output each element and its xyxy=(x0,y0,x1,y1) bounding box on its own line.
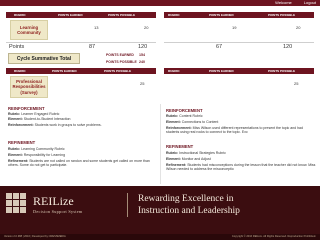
right-refinement-element: Element: Monitor and Adjust xyxy=(166,157,316,161)
right-professional-possible: 25 xyxy=(294,81,299,86)
value: Student-to-Student Interaction xyxy=(23,117,71,121)
label: Reinforcement: xyxy=(166,126,192,130)
left-table-header-2: RUBRIC POINTS EARNED POINTS POSSIBLE xyxy=(6,68,156,74)
cycle-summative-label: Cycle Summative Total xyxy=(16,55,72,62)
rubric-card-professional-responsibilities[interactable]: Professional Responsibilities (Survey) xyxy=(10,76,48,98)
right-refinement-rubric: Rubric: Instructional Strategies Rubric xyxy=(166,151,316,155)
left-reinforcement-rubric: Rubric: Learner Engaged Rubric xyxy=(8,112,158,116)
value: Students are not called on randon and so… xyxy=(8,159,150,168)
welcome-link[interactable]: Welcome xyxy=(275,0,292,6)
footer-separator xyxy=(127,193,128,217)
left-reinforcement-heading: REINFORCEMENT xyxy=(8,106,45,111)
divider xyxy=(6,42,156,43)
label: Rubric: xyxy=(8,147,21,151)
label: Reinforcement: xyxy=(8,123,34,127)
col-possible-2: POINTS POSSIBLE xyxy=(104,69,132,73)
right-table-header: RUBRIC POINTS EARNED POINTS POSSIBLE xyxy=(164,12,314,18)
col-rubric-2: RUBRIC xyxy=(14,69,26,73)
value: Responsibility for Learning xyxy=(23,153,66,157)
right-reinforcement-element: Element: Connections to Content xyxy=(166,120,316,124)
left-possible-value: 20 xyxy=(144,25,149,30)
rubric-name: Professional Responsibilities (Survey) xyxy=(12,78,46,95)
left-reinforcement-text: Reinforcement: Students work in groups t… xyxy=(8,123,158,127)
left-refinement-rubric: Rubric: Learning Community Rubric xyxy=(8,147,158,151)
footer-title-line1: Rewarding Excellence in xyxy=(138,194,234,204)
left-reinforcement-element: Element: Student-to-Student Interaction xyxy=(8,117,158,121)
col-possible-right-2: POINTS POSSIBLE xyxy=(268,69,296,73)
cycle-possible-label: POINTS POSSIBLE xyxy=(106,60,137,64)
left-table-header: RUBRIC POINTS EARNED POINTS POSSIBLE xyxy=(6,12,156,18)
footer-title-line2: Instruction and Leadership xyxy=(138,206,240,216)
value: Students work in groups to solve problem… xyxy=(34,123,102,127)
left-professional-possible: 25 xyxy=(140,81,145,86)
value: Connections to Content xyxy=(181,120,219,124)
col-rubric: RUBRIC xyxy=(14,13,26,17)
label: Rubric: xyxy=(166,114,179,118)
left-refinement-heading: REFINEMENT xyxy=(8,140,36,145)
label: Refinement: xyxy=(166,163,187,167)
left-refinement-element: Element: Responsibility for Learning xyxy=(8,153,158,157)
right-refinement-heading: REFINEMENT xyxy=(166,144,194,149)
points-label: Points xyxy=(9,44,25,50)
col-earned-2: POINTS EARNED xyxy=(52,69,77,73)
rubric-name: Learning Community xyxy=(17,24,41,35)
label: Element: xyxy=(8,117,23,121)
right-refinement-text: Refinement: Students had misconceptions … xyxy=(166,163,316,172)
col-earned-right: POINTS EARNED xyxy=(209,13,234,17)
brand-tagline: Decision Support System xyxy=(33,209,83,214)
cycle-possible-value: 240 xyxy=(139,60,145,64)
rubric-card-learning-community[interactable]: Learning Community xyxy=(10,20,48,40)
col-earned-right-2: POINTS EARNED xyxy=(209,69,234,73)
col-earned: POINTS EARNED xyxy=(58,13,83,17)
cycle-earned-value: 154 xyxy=(139,53,145,57)
right-earned-value: 19 xyxy=(232,25,237,30)
value: Content Rubric xyxy=(179,114,203,118)
left-points-earned: 87 xyxy=(89,44,96,50)
left-earned-value: 13 xyxy=(94,25,99,30)
right-points-possible: 120 xyxy=(283,44,293,50)
label: Element: xyxy=(166,120,181,124)
left-points-possible: 120 xyxy=(138,44,148,50)
footer-bottom-bar: Version 2.0.388 | 2016 | Developed by CR… xyxy=(0,234,320,240)
divider xyxy=(164,42,314,43)
value: Learning Community Rubric xyxy=(21,147,65,151)
right-reinforcement-text: Reinforcement: Miss Wilson used differen… xyxy=(166,126,316,135)
brand-logo-icon xyxy=(6,193,28,215)
cycle-summative-total: Cycle Summative Total xyxy=(8,53,80,64)
right-possible-value: 20 xyxy=(296,25,301,30)
right-points-earned: 67 xyxy=(216,44,223,50)
footer-copyright: Copyright © 2016 REILize. All Rights Res… xyxy=(231,235,316,238)
col-rubric-right-2: RUBRIC xyxy=(168,69,180,73)
value: Learner Engaged Rubric xyxy=(21,112,60,116)
brand-name: REILize xyxy=(33,194,74,208)
column-divider xyxy=(160,104,161,184)
label: Refinement: xyxy=(8,159,29,163)
right-reinforcement-rubric: Rubric: Content Rubric xyxy=(166,114,316,118)
left-refinement-text: Refinement: Students are not called on r… xyxy=(8,159,158,168)
col-possible-right: POINTS POSSIBLE xyxy=(268,13,296,17)
cycle-earned-label: POINTS EARNED xyxy=(106,53,134,57)
value: Students had misconceptions during the l… xyxy=(166,163,316,172)
label: Rubric: xyxy=(8,112,21,116)
col-possible: POINTS POSSIBLE xyxy=(108,13,136,17)
value: Instructional Strategies Rubric xyxy=(179,151,226,155)
right-reinforcement-heading: REINFORCEMENT xyxy=(166,108,203,113)
top-bar: Welcome Logout xyxy=(0,0,320,6)
label: Element: xyxy=(166,157,181,161)
footer-version: Version 2.0.388 | 2016 | Developed by CR… xyxy=(4,235,66,238)
right-table-header-2: RUBRIC POINTS EARNED POINTS POSSIBLE xyxy=(164,68,314,74)
value: Monitor and Adjust xyxy=(181,157,211,161)
footer: REILize Decision Support System Rewardin… xyxy=(0,186,320,240)
col-rubric-right: RUBRIC xyxy=(168,13,180,17)
label: Element: xyxy=(8,153,23,157)
logout-link[interactable]: Logout xyxy=(304,0,316,6)
label: Rubric: xyxy=(166,151,179,155)
